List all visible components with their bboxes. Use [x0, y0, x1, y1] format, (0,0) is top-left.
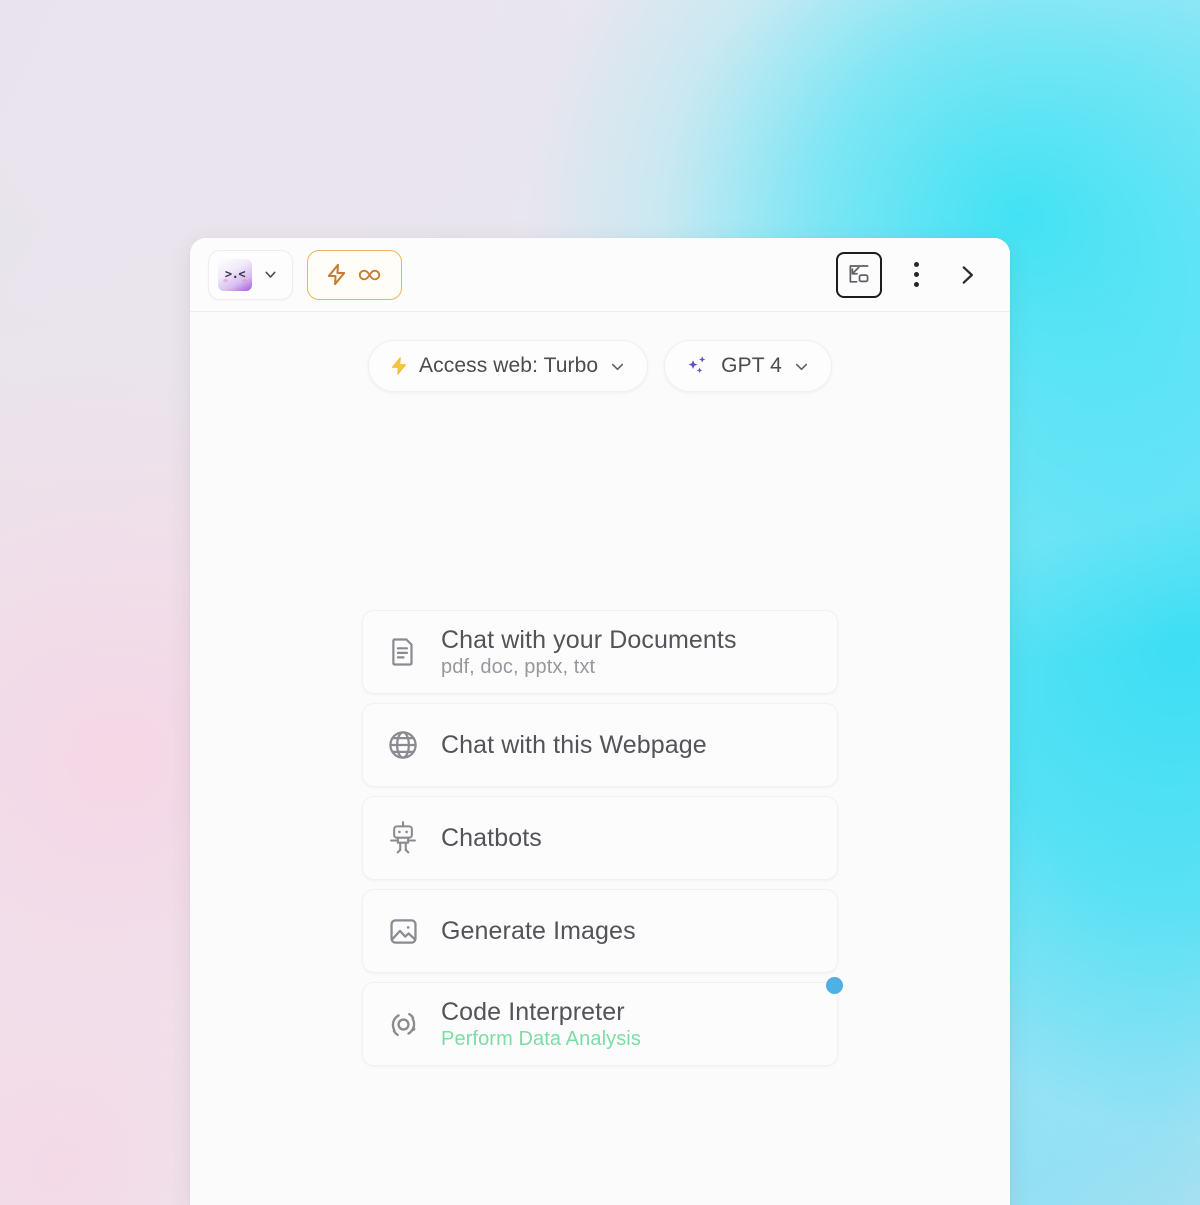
avatar-selector[interactable]: >.<	[208, 249, 293, 300]
web-access-label: Access web: Turbo	[419, 354, 599, 377]
picture-in-picture-icon[interactable]	[836, 251, 882, 298]
panel-header: >.<	[190, 238, 1010, 312]
sparkles-icon	[685, 353, 711, 379]
infinity-icon	[357, 266, 384, 284]
dot-3	[913, 282, 919, 287]
image-icon	[385, 914, 421, 949]
web-access-selector[interactable]: Access web: Turbo	[368, 340, 649, 392]
lightning-bolt-icon	[325, 262, 348, 287]
card-title: Chat with your Documents	[441, 625, 737, 654]
more-vertical-icon[interactable]	[904, 253, 928, 297]
chevron-right-icon[interactable]	[950, 253, 984, 297]
lightning-bolt-icon	[389, 354, 409, 378]
chevron-down-icon	[608, 357, 627, 376]
chevron-down-icon	[262, 266, 279, 283]
model-selector[interactable]: GPT 4	[664, 340, 832, 392]
chevron-down-icon	[792, 357, 811, 376]
turbo-infinity-toggle[interactable]	[307, 249, 402, 300]
card-subtitle: Perform Data Analysis	[441, 1027, 641, 1050]
card-text-block: Generate Images	[441, 917, 636, 945]
feature-card-list: Chat with your Documents pdf, doc, pptx,…	[362, 392, 843, 1066]
header-right-group	[836, 251, 984, 298]
dot-2	[913, 272, 919, 277]
extension-panel: >.< Access web: Turbo GPT 4 Chat with yo…	[190, 238, 1010, 1205]
code-interpreter-icon	[385, 1007, 421, 1042]
card-title: Chatbots	[441, 824, 542, 852]
avatar: >.<	[218, 258, 252, 291]
mode-row: Access web: Turbo GPT 4	[190, 312, 1010, 392]
card-subtitle: pdf, doc, pptx, txt	[441, 655, 596, 678]
card-title: Chat with this Webpage	[441, 731, 707, 759]
card-chat-with-webpage[interactable]: Chat with this Webpage	[362, 703, 838, 787]
card-text-block: Chatbots	[441, 824, 542, 852]
avatar-face-label: >.<	[224, 266, 246, 281]
card-code-interpreter[interactable]: Code Interpreter Perform Data Analysis	[362, 977, 843, 1066]
card-text-block: Code Interpreter Perform Data Analysis	[441, 998, 641, 1050]
globe-icon	[385, 727, 421, 763]
card-chat-with-documents[interactable]: Chat with your Documents pdf, doc, pptx,…	[362, 610, 838, 694]
status-badge	[826, 977, 843, 994]
model-label: GPT 4	[721, 354, 782, 377]
card-chatbots[interactable]: Chatbots	[362, 796, 838, 880]
card-text-block: Chat with your Documents pdf, doc, pptx,…	[441, 626, 737, 678]
card-title: Code Interpreter	[441, 997, 625, 1026]
dot-1	[913, 262, 919, 267]
document-icon	[385, 635, 421, 669]
card-text-block: Chat with this Webpage	[441, 731, 707, 759]
header-left-group: >.<	[208, 249, 402, 300]
card-generate-images[interactable]: Generate Images	[362, 889, 838, 973]
robot-icon	[385, 820, 421, 856]
card-title: Generate Images	[441, 917, 636, 945]
